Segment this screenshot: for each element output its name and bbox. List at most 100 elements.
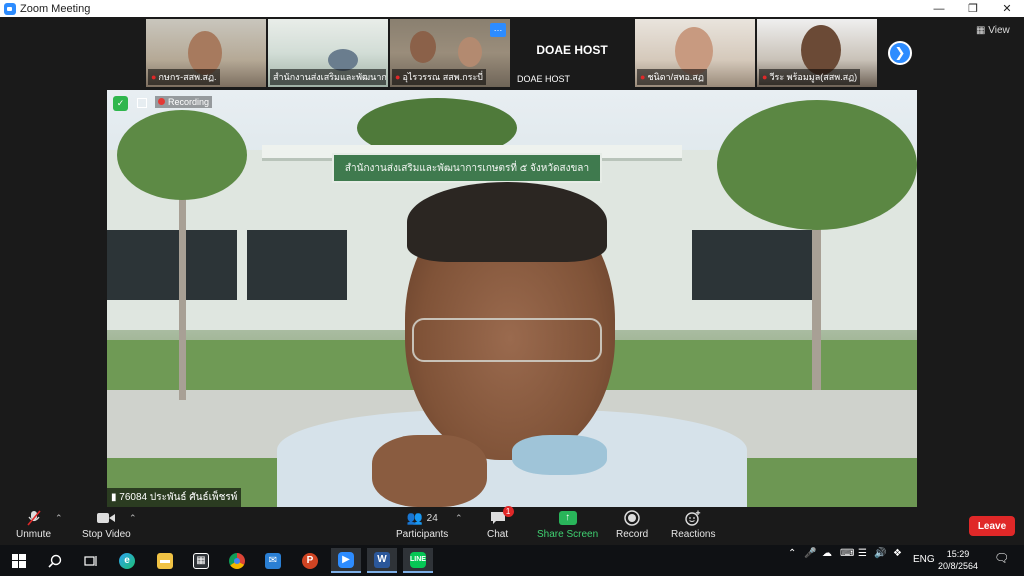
zoom-taskbar-icon[interactable]: ▶ [331,548,361,573]
chat-label: Chat [487,529,509,540]
restore-icon[interactable]: ❐ [956,0,990,17]
stop-video-label: Stop Video [82,529,131,540]
participant-name-tag: ● กษกร-สสพ.สฏ. [148,69,220,85]
unmute-button[interactable]: Unmute [16,509,51,540]
microsoft-store-icon[interactable]: ▦ [186,548,216,573]
participant-thumbnail[interactable]: สำนักงานส่งเสริมและพัฒนาก... [268,19,388,87]
grid-view-icon: ▦ [976,25,986,36]
edge-browser-icon[interactable]: e [112,548,142,573]
chat-badge: 1 [502,506,514,517]
emoji-plus-icon [683,509,703,527]
participant-face [410,31,436,63]
window-title: Zoom Meeting [20,2,91,15]
signal-bars-icon: ▮ [111,492,117,503]
reactions-label: Reactions [671,529,716,540]
video-options-caret-icon[interactable]: ⌃ [129,513,137,524]
unmute-label: Unmute [16,529,52,540]
mail-icon[interactable]: ✉ [258,548,288,573]
clock-time: 15:29 [946,549,970,559]
powerpoint-icon[interactable]: P [295,548,325,573]
reactions-button[interactable]: Reactions [671,509,715,540]
task-view-icon[interactable] [76,548,106,573]
participant-face [675,27,713,75]
close-icon[interactable]: ✕ [990,0,1024,17]
participant-thumbnail[interactable]: ● กษกร-สสพ.สฏ. [146,19,266,87]
speaker-glasses [412,318,602,362]
more-options-icon[interactable]: … [490,23,506,37]
record-label: Record [616,529,649,540]
participants-button[interactable]: 👥 24 Participants [396,509,448,540]
building-window [247,230,347,300]
microphone-tray-icon[interactable]: 🎤 [804,548,816,559]
minimize-icon[interactable]: — [922,0,956,17]
meeting-toolbar: Unmute ⌃ Stop Video ⌃ 👥 24 Participants … [0,506,1024,545]
input-method-icon[interactable]: ⌨ [840,548,854,559]
participants-count: 24 [426,512,438,524]
language-indicator[interactable]: ENG [913,554,935,565]
participant-face [801,25,841,75]
windows-start-icon[interactable] [4,548,34,573]
search-icon[interactable] [40,548,70,573]
host-display-name: DOAE HOST [536,43,608,57]
view-button[interactable]: ▦ View [976,25,1010,36]
next-page-button[interactable]: ❯ [888,41,912,65]
muted-mic-icon: ● [640,72,646,82]
participant-thumbnail-host[interactable]: DOAE HOST DOAE HOST [512,19,632,87]
building-sign: สำนักงานส่งเสริมและพัฒนาการเกษตรที่ ๕ จั… [332,153,602,183]
building-window [107,230,237,300]
line-app-icon[interactable]: LINE [403,548,433,573]
show-hidden-icons-icon[interactable]: ⌃ [788,548,796,559]
palm-tree [717,100,917,230]
building-window [692,230,812,300]
record-button[interactable]: Record [616,509,648,540]
participant-thumbnail[interactable]: ● ชนิดา/สทอ.สฏ [635,19,755,87]
participant-thumbnail[interactable]: ● วีระ พร้อมมูล(สสพ.สฏ) [757,19,877,87]
active-speaker-name: ▮ 76084 ประพันธ์ ศันธ์เพ็ชรพ์ [107,488,242,507]
leave-button[interactable]: Leave [969,516,1015,536]
view-label: View [988,25,1010,36]
active-speaker-video: สำนักงานส่งเสริมและพัฒนาการเกษตรที่ ๕ จั… [107,90,917,507]
video-camera-icon [96,509,116,527]
speaker-hand [372,435,487,507]
file-explorer-icon[interactable]: ▬ [150,548,180,573]
grid-icon[interactable] [137,98,147,108]
muted-mic-icon: ● [151,72,157,82]
clock-date: 20/8/2564 [937,561,979,571]
meeting-area: ● กษกร-สสพ.สฏ. สำนักงานส่งเสริมและพัฒนาก.… [0,17,1024,507]
title-bar: Zoom Meeting — ❐ ✕ [0,0,1024,17]
taskbar-clock[interactable]: 15:29 20/8/2564 [936,548,980,572]
onedrive-icon[interactable]: ☁ [822,548,832,559]
participants-caret-icon[interactable]: ⌃ [455,513,463,524]
participant-name-tag: สำนักงานส่งเสริมและพัฒนาก... [270,69,386,85]
chat-button[interactable]: 1 Chat [487,506,514,540]
audio-options-caret-icon[interactable]: ⌃ [55,513,63,524]
participant-name-tag: ● วีระ พร้อมมูล(สสพ.สฏ) [759,69,861,85]
palm-tree [117,110,247,200]
volume-icon[interactable]: 🔊 [874,548,886,559]
word-icon[interactable]: W [367,548,397,573]
network-icon[interactable]: ☰ [858,548,867,559]
encryption-shield-icon[interactable]: ✓ [113,96,128,111]
participants-icon: 👥 24 [406,510,438,525]
participant-thumbnail[interactable]: … ● อุไรวรรณ สสพ.กระบี่ [390,19,510,87]
participant-face [328,49,358,71]
participants-label: Participants [396,529,449,540]
chrome-icon[interactable] [222,548,252,573]
dropbox-icon[interactable]: ❖ [893,548,902,559]
share-screen-icon: ↑ [558,509,578,527]
participant-name-tag: ● อุไรวรรณ สสพ.กระบี่ [392,69,487,85]
participant-name-tag: DOAE HOST [517,74,571,84]
participant-face [458,37,482,67]
record-icon [622,509,642,527]
speaker-mask [512,435,607,475]
participant-name-tag: ● ชนิดา/สทอ.สฏ [637,69,707,85]
record-dot-icon [158,98,165,105]
muted-mic-icon: ● [395,72,401,82]
zoom-app-icon [4,2,16,15]
notifications-icon[interactable]: 🗨 [994,551,1009,565]
stop-video-button[interactable]: Stop Video [82,509,131,540]
recording-indicator: Recording [155,96,213,108]
share-screen-button[interactable]: ↑ Share Screen [537,509,598,540]
chat-icon: 1 [488,506,514,527]
muted-microphone-icon [24,509,44,527]
